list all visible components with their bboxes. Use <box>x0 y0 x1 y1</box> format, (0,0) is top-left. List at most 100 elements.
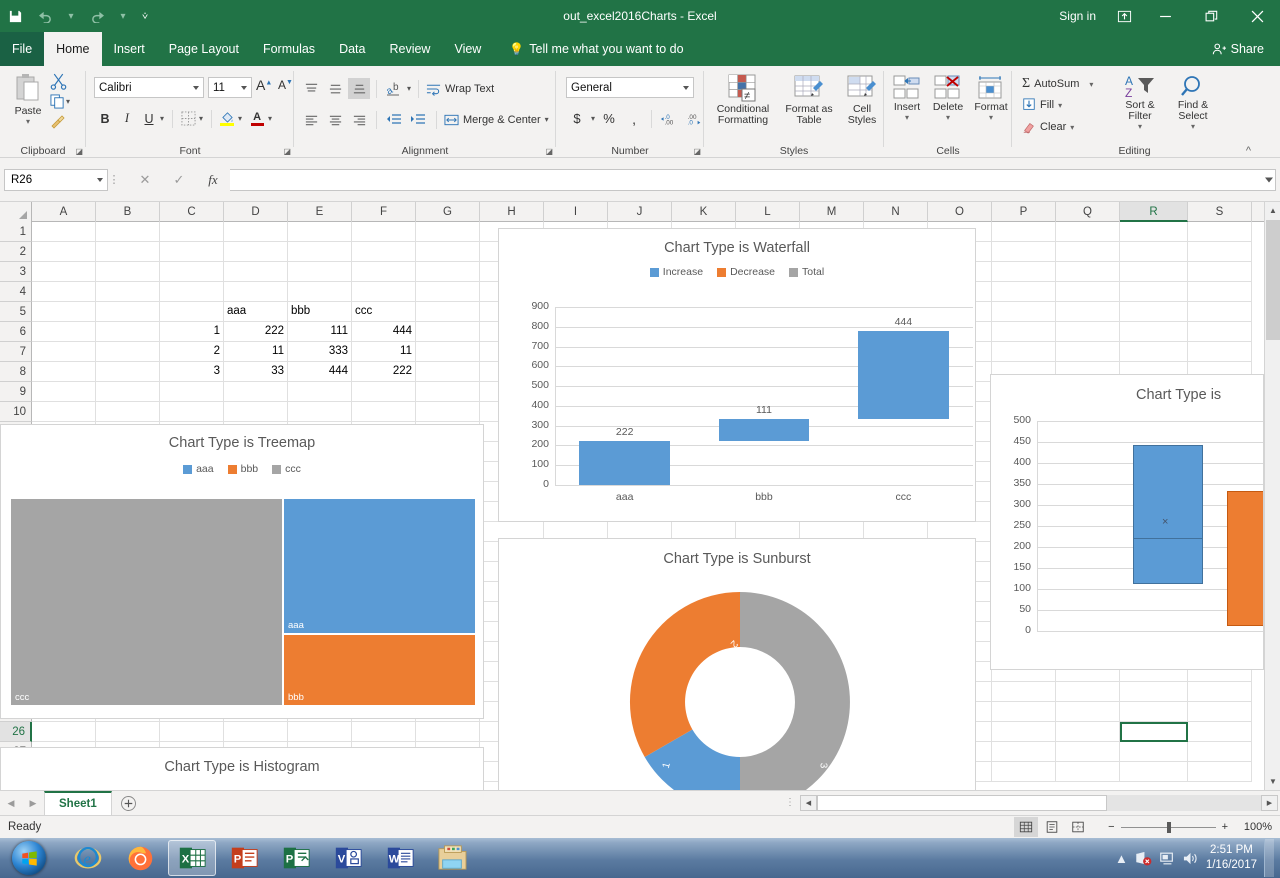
alignment-dialog-launcher[interactable]: ◪ <box>545 147 553 156</box>
cell-E8[interactable]: 444 <box>288 362 352 382</box>
cell-E26[interactable] <box>288 722 352 742</box>
cell-Q28[interactable] <box>1056 762 1120 782</box>
legend-item-total[interactable]: Total <box>789 266 824 278</box>
cell-F1[interactable] <box>352 222 416 242</box>
enter-icon[interactable]: ✓ <box>162 169 196 191</box>
bold-button[interactable]: B <box>94 108 116 129</box>
sign-in-button[interactable]: Sign in <box>1049 0 1106 32</box>
cell-G9[interactable] <box>416 382 480 402</box>
vertical-scrollbar[interactable]: ▲ ▼ <box>1264 202 1280 790</box>
cell-C1[interactable] <box>160 222 224 242</box>
cell-F4[interactable] <box>352 282 416 302</box>
split-handle[interactable]: ⋮ <box>780 797 800 808</box>
boxplot-box-2[interactable] <box>1227 491 1264 626</box>
column-header-e[interactable]: E <box>288 202 352 222</box>
zoom-slider-thumb[interactable] <box>1167 822 1171 833</box>
cell-P1[interactable] <box>992 222 1056 242</box>
publisher-icon[interactable]: P <box>272 840 320 876</box>
align-middle-icon[interactable] <box>324 78 346 99</box>
action-center-icon[interactable] <box>1159 851 1175 866</box>
file-explorer-icon[interactable] <box>428 840 476 876</box>
tab-view[interactable]: View <box>442 32 493 66</box>
column-header-m[interactable]: M <box>800 202 864 222</box>
chevron-down-icon[interactable] <box>97 178 103 182</box>
cell-S1[interactable] <box>1188 222 1252 242</box>
cell-A10[interactable] <box>32 402 96 422</box>
cell-C6[interactable]: 1 <box>160 322 224 342</box>
cell-Q7[interactable] <box>1056 342 1120 362</box>
column-header-r[interactable]: R <box>1120 202 1188 222</box>
treemap-tile-aaa[interactable]: aaa <box>283 498 476 634</box>
tab-home[interactable]: Home <box>44 32 101 66</box>
cell-F7[interactable]: 11 <box>352 342 416 362</box>
tab-data[interactable]: Data <box>327 32 377 66</box>
paste-dropdown-icon[interactable]: ▾ <box>6 117 50 126</box>
cell-F9[interactable] <box>352 382 416 402</box>
excel-icon[interactable]: X <box>168 840 216 876</box>
cell-P3[interactable] <box>992 262 1056 282</box>
clear-button[interactable]: Clear ▾ <box>1022 120 1074 134</box>
row-header-26[interactable]: 26 <box>0 722 32 742</box>
cell-A9[interactable] <box>32 382 96 402</box>
cell-R27[interactable] <box>1120 742 1188 762</box>
cell-S7[interactable] <box>1188 342 1252 362</box>
cell-B9[interactable] <box>96 382 160 402</box>
cell-P24[interactable] <box>992 682 1056 702</box>
delete-dropdown-icon[interactable]: ▾ <box>946 113 950 122</box>
cell-C7[interactable]: 2 <box>160 342 224 362</box>
cell-D10[interactable] <box>224 402 288 422</box>
text-orientation-icon[interactable]: ab <box>383 78 405 99</box>
cell-S24[interactable] <box>1188 682 1252 702</box>
cell-P6[interactable] <box>992 322 1056 342</box>
cell-G7[interactable] <box>416 342 480 362</box>
shrink-font-button[interactable]: A▼ <box>278 78 293 92</box>
underline-button[interactable]: U <box>138 108 160 129</box>
autosum-dropdown-icon[interactable]: ▾ <box>1089 80 1093 89</box>
zoom-slider[interactable] <box>1121 827 1216 828</box>
cell-Q4[interactable] <box>1056 282 1120 302</box>
column-header-k[interactable]: K <box>672 202 736 222</box>
tab-file[interactable]: File <box>0 32 44 66</box>
boxplot-box-1[interactable] <box>1133 445 1203 585</box>
column-header-p[interactable]: P <box>992 202 1056 222</box>
tab-page-layout[interactable]: Page Layout <box>157 32 251 66</box>
select-all-button[interactable] <box>0 202 32 222</box>
delete-cells-button[interactable]: Delete ▾ <box>928 74 968 122</box>
comma-style-button[interactable]: , <box>623 108 645 129</box>
cell-P27[interactable] <box>992 742 1056 762</box>
cell-G4[interactable] <box>416 282 480 302</box>
cell-A3[interactable] <box>32 262 96 282</box>
fill-color-dropdown-icon[interactable]: ▾ <box>238 114 246 123</box>
cell-D4[interactable] <box>224 282 288 302</box>
cell-R1[interactable] <box>1120 222 1188 242</box>
cell-R6[interactable] <box>1120 322 1188 342</box>
cell-G26[interactable] <box>416 722 480 742</box>
cell-Q27[interactable] <box>1056 742 1120 762</box>
merge-center-button[interactable]: Merge & Center ▾ <box>444 113 549 127</box>
format-as-table-button[interactable]: Format as Table <box>780 74 838 126</box>
scroll-down-icon[interactable]: ▼ <box>1265 773 1280 790</box>
page-layout-view-icon[interactable] <box>1040 817 1064 837</box>
cell-P26[interactable] <box>992 722 1056 742</box>
name-box-resize-handle[interactable]: ⋮ <box>108 173 120 186</box>
cell-Q24[interactable] <box>1056 682 1120 702</box>
cell-Q2[interactable] <box>1056 242 1120 262</box>
borders-dropdown-icon[interactable]: ▾ <box>199 114 207 123</box>
column-header-c[interactable]: C <box>160 202 224 222</box>
cell-S26[interactable] <box>1188 722 1252 742</box>
cell-G3[interactable] <box>416 262 480 282</box>
cell-B26[interactable] <box>96 722 160 742</box>
conditional-formatting-button[interactable]: ≠ Conditional Formatting <box>708 74 778 126</box>
cell-B2[interactable] <box>96 242 160 262</box>
column-header-q[interactable]: Q <box>1056 202 1120 222</box>
worksheet-grid[interactable]: ABCDEFGHIJKLMNOPQRS 12345678910111213141… <box>0 202 1280 790</box>
firefox-icon[interactable] <box>116 840 164 876</box>
cell-S4[interactable] <box>1188 282 1252 302</box>
tab-insert[interactable]: Insert <box>102 32 157 66</box>
zoom-out-button[interactable]: − <box>1108 821 1114 833</box>
cell-D2[interactable] <box>224 242 288 262</box>
row-header-7[interactable]: 7 <box>0 342 32 362</box>
chevron-down-icon[interactable] <box>241 86 247 90</box>
font-color-dropdown-icon[interactable]: ▾ <box>268 114 272 123</box>
windows-start-icon[interactable] <box>4 840 54 876</box>
